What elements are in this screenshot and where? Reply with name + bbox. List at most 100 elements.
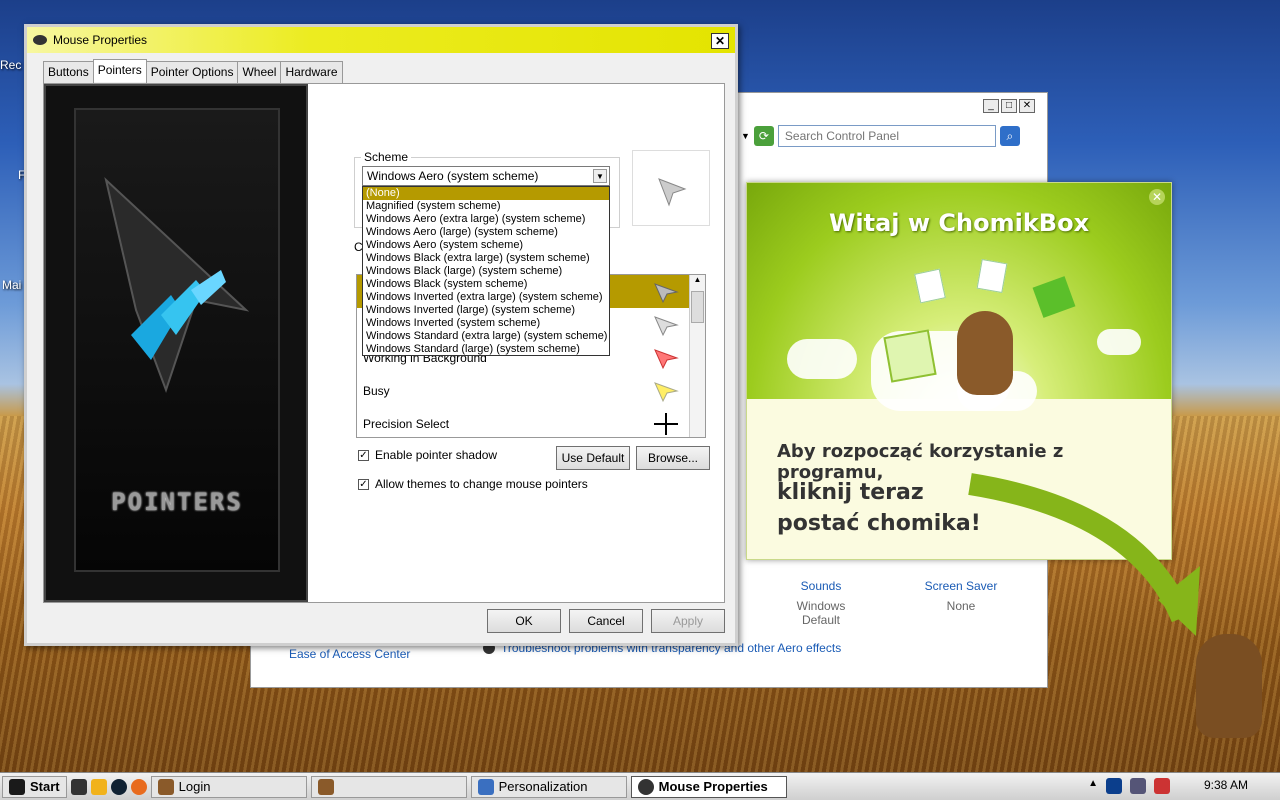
dialog-title: Mouse Properties (53, 33, 148, 47)
sounds-value: Windows Default (796, 599, 846, 627)
scheme-option[interactable]: Windows Standard (large) (system scheme) (363, 343, 609, 356)
cloud-icon (787, 339, 857, 379)
preview-brand-text: POINTERS (111, 488, 243, 516)
minimize-button[interactable]: _ (983, 99, 999, 113)
help-cursor-icon (654, 315, 679, 336)
close-button[interactable]: ✕ (711, 33, 729, 49)
cancel-button[interactable]: Cancel (569, 609, 643, 633)
search-icon[interactable]: ⌕ (999, 126, 1020, 146)
checkbox-checked-icon[interactable]: ✓ (358, 449, 369, 461)
scheme-option[interactable]: Windows Black (large) (system scheme) (363, 265, 609, 278)
scheme-option[interactable]: Windows Aero (large) (system scheme) (363, 226, 609, 239)
start-button[interactable]: Start (2, 775, 67, 798)
enable-shadow-label: Enable pointer shadow (375, 448, 498, 462)
scheme-option[interactable]: (None) (363, 187, 609, 200)
scheme-select[interactable]: Windows Aero (system scheme) ▼ (362, 166, 610, 186)
tab-pointer-options[interactable]: Pointer Options (145, 61, 239, 84)
firefox-icon[interactable] (130, 778, 147, 795)
arrow-cursor-icon (654, 282, 679, 303)
start-label: Start (30, 779, 60, 794)
cloud-icon (1097, 329, 1141, 355)
chevron-down-icon[interactable]: ▼ (741, 131, 750, 141)
mouse-properties-dialog: Mouse Properties ✕ Buttons Pointers Poin… (24, 24, 738, 646)
address-bar: ▼ ⟳ ⌕ (741, 123, 1041, 149)
taskbar-item-mouse-properties[interactable]: Mouse Properties (630, 775, 787, 798)
taskbar: Start Login Personalization Mouse Proper… (0, 772, 1280, 800)
clock[interactable]: 9:38 AM (1204, 778, 1248, 792)
use-default-button[interactable]: Use Default (556, 446, 630, 470)
search-input[interactable] (777, 125, 996, 147)
image-file-icon (914, 268, 946, 304)
enable-shadow-checkbox[interactable]: ✓ Enable pointer shadow (358, 448, 497, 462)
refresh-icon[interactable]: ⟳ (753, 126, 774, 146)
taskbar-item-label: Personalization (498, 779, 588, 794)
scheme-option[interactable]: Windows Standard (extra large) (system s… (363, 330, 609, 343)
sounds-link[interactable]: Sounds (781, 579, 861, 593)
scheme-option[interactable]: Windows Inverted (extra large) (system s… (363, 291, 609, 304)
cursor-row[interactable]: Precision Select (357, 407, 705, 437)
network-icon[interactable] (1106, 778, 1122, 794)
pointers-page: POINTERS Scheme Windows Aero (system sch… (43, 83, 725, 603)
green-arrow-icon (968, 473, 1200, 636)
scheme-option[interactable]: Windows Aero (extra large) (system schem… (363, 213, 609, 226)
tab-buttons[interactable]: Buttons (43, 61, 94, 84)
scheme-selected-value: Windows Aero (system scheme) (367, 169, 539, 183)
scheme-option[interactable]: Windows Inverted (system scheme) (363, 317, 609, 330)
preview-panel: POINTERS (74, 108, 280, 572)
scheme-cursor-preview (632, 150, 710, 226)
volume-icon[interactable] (1130, 778, 1146, 794)
crosshair-cursor-icon (654, 412, 678, 435)
quicklaunch-icon[interactable] (70, 778, 87, 795)
tab-strip: Buttons Pointers Pointer Options Wheel H… (43, 59, 343, 84)
scheme-option[interactable]: Windows Inverted (large) (system scheme) (363, 304, 609, 317)
chevron-up-icon[interactable]: ▲ (1088, 778, 1098, 794)
photo-file-icon (976, 258, 1008, 294)
scheme-option[interactable]: Windows Black (system scheme) (363, 278, 609, 291)
hamster-mascot-icon[interactable] (957, 311, 1013, 395)
close-icon[interactable]: ✕ (1149, 189, 1165, 205)
scheme-dropdown-list[interactable]: (None) Magnified (system scheme) Windows… (362, 186, 610, 356)
taskbar-item-chomikbox[interactable] (310, 775, 467, 798)
arrow-logo-icon (104, 177, 250, 393)
close-button[interactable]: ✕ (1019, 99, 1035, 113)
taskbar-item-label: Login (178, 779, 211, 794)
scheme-option[interactable]: Windows Black (extra large) (system sche… (363, 252, 609, 265)
maximize-button[interactable]: □ (1001, 99, 1017, 113)
working-cursor-icon (654, 348, 679, 369)
music-file-icon (883, 329, 937, 383)
allow-themes-label: Allow themes to change mouse pointers (375, 477, 588, 491)
chomikbox-banner: Witaj w ChomikBox (747, 183, 1171, 411)
taskbar-item-personalization[interactable]: Personalization (470, 775, 627, 798)
scheme-option[interactable]: Magnified (system scheme) (363, 200, 609, 213)
archive-file-icon (1032, 276, 1076, 318)
scroll-thumb[interactable] (691, 291, 704, 323)
ok-button[interactable]: OK (487, 609, 561, 633)
chomikbox-title: Witaj w ChomikBox (828, 209, 1090, 237)
tray-app-icon[interactable] (1154, 778, 1170, 794)
pointer-preview-image: POINTERS (44, 84, 308, 602)
browse-button[interactable]: Browse... (636, 446, 710, 470)
system-tray: ▲ (1088, 778, 1170, 794)
tab-wheel[interactable]: Wheel (237, 61, 282, 84)
chevron-down-icon[interactable]: ▼ (593, 169, 607, 183)
scheme-label: Scheme (364, 150, 409, 164)
scrollbar[interactable]: ▲ (689, 275, 705, 437)
taskbar-item-login[interactable]: Login (150, 775, 307, 798)
scheme-option[interactable]: Windows Aero (system scheme) (363, 239, 609, 252)
scroll-up-icon[interactable]: ▲ (690, 275, 705, 291)
tab-pointers[interactable]: Pointers (92, 59, 147, 82)
apply-button[interactable]: Apply (651, 609, 725, 633)
window-controls: _ □ ✕ (983, 99, 1035, 113)
ease-of-access-link[interactable]: Ease of Access Center (289, 647, 410, 661)
hamster-desktop-mascot-icon[interactable] (1196, 634, 1262, 738)
allow-themes-checkbox[interactable]: ✓ Allow themes to change mouse pointers (358, 477, 588, 491)
start-icon (9, 778, 25, 795)
title-bar[interactable]: Mouse Properties (27, 27, 735, 53)
checkbox-checked-icon[interactable]: ✓ (358, 478, 369, 490)
media-player-icon[interactable] (90, 778, 107, 795)
sounds-item[interactable]: Sounds Windows Default (781, 579, 861, 627)
cursor-row[interactable]: Busy (357, 374, 705, 407)
control-panel-icon (477, 778, 494, 795)
globe-icon[interactable] (110, 778, 127, 795)
tab-hardware[interactable]: Hardware (280, 61, 343, 84)
